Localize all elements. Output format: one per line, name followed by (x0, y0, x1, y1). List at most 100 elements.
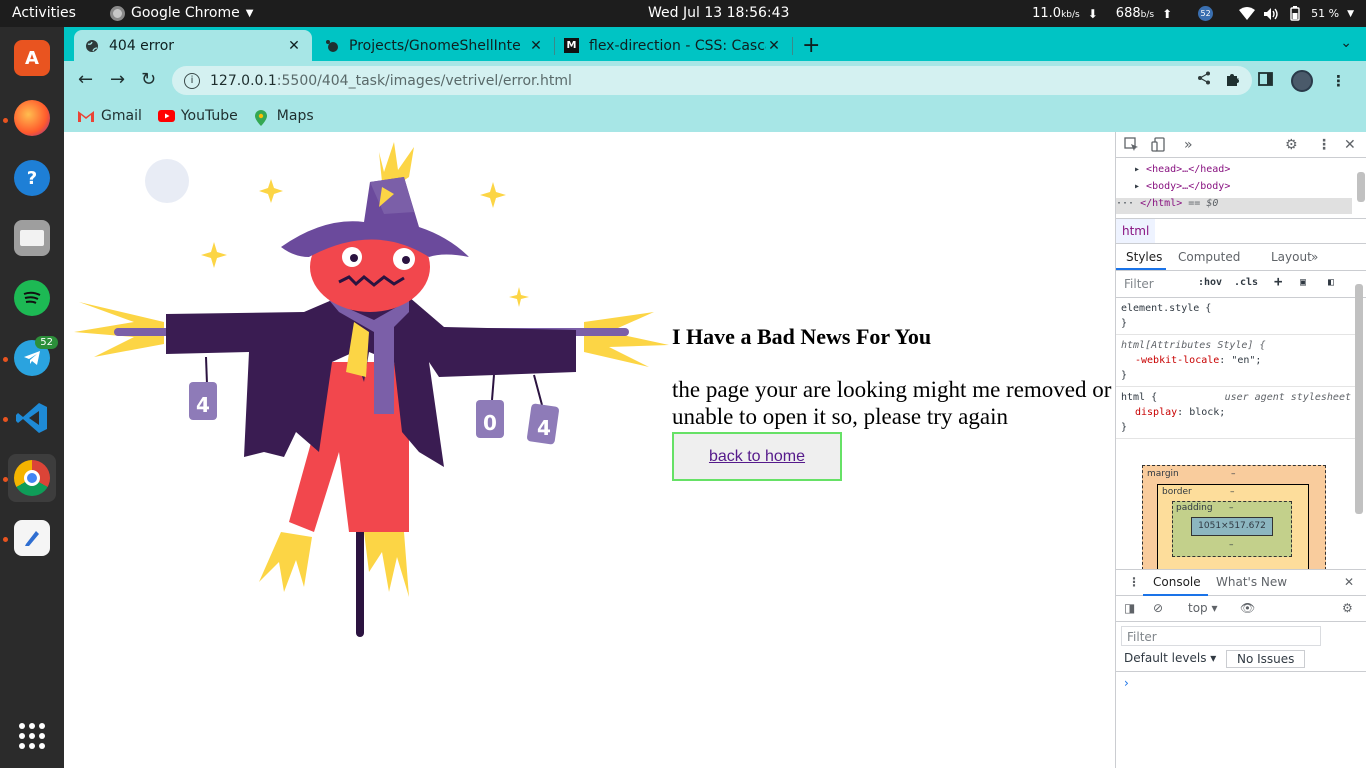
net-up-speed: 688b/s (1115, 6, 1155, 21)
activities-button[interactable]: Activities (12, 5, 76, 21)
mdn-icon: M (564, 38, 579, 53)
dock-firefox[interactable] (8, 94, 56, 142)
can-digit: 4 (537, 416, 551, 440)
settings-gear-icon[interactable]: ⚙ (1342, 601, 1353, 615)
inspect-element-icon[interactable] (1124, 137, 1139, 156)
extensions-icon[interactable] (1225, 72, 1240, 91)
close-icon[interactable]: ✕ (286, 38, 302, 54)
rule-attributes-style[interactable]: html[Attributes Style] { -webkit-locale:… (1116, 335, 1356, 387)
bookmarks-bar: Gmail YouTube Maps (64, 99, 1366, 132)
tab-strip: 404 error ✕ Projects/GnomeShellInte ✕ M … (64, 27, 1366, 61)
console-filter-input[interactable]: Filter (1121, 626, 1321, 646)
chrome-icon (110, 5, 125, 21)
show-applications[interactable] (8, 712, 56, 760)
dock-chrome[interactable] (8, 454, 56, 502)
more-tabs-icon[interactable]: » (1311, 250, 1318, 264)
side-panel-icon[interactable] (1258, 72, 1273, 90)
site-info-icon[interactable]: i (184, 72, 200, 89)
close-icon[interactable]: ✕ (528, 38, 544, 54)
dom-node-head[interactable]: ▸ <head>…</head> (1134, 164, 1366, 180)
notification-badge[interactable]: 52 (1198, 6, 1214, 21)
app-grid-icon (19, 723, 45, 749)
telegram-badge: 52 (35, 336, 58, 349)
drawer-tabs: ⋮ Console What's New ✕ (1116, 570, 1366, 596)
tab-layout[interactable]: Layout (1271, 250, 1312, 264)
vscode-icon (14, 400, 50, 436)
settings-gear-icon[interactable]: ⚙ (1285, 137, 1298, 153)
forward-icon[interactable]: → (110, 69, 125, 90)
close-icon[interactable]: ✕ (1344, 137, 1356, 153)
dom-node-html-close[interactable]: ··· </html> == $0 (1116, 198, 1352, 214)
maps-pin-icon (254, 109, 270, 126)
paint-icon[interactable]: ▣ (1300, 277, 1306, 288)
new-rule-icon[interactable]: + (1274, 274, 1282, 290)
dom-node-body[interactable]: ▸ <body>…</body> (1134, 181, 1366, 197)
bookmark-label: Gmail (101, 107, 142, 124)
issues-button[interactable]: No Issues (1226, 650, 1306, 668)
upload-arrow-icon: ⬆ (1162, 6, 1173, 21)
dock-files[interactable] (8, 214, 56, 262)
live-expression-eye-icon[interactable]: 👁 (1240, 601, 1255, 615)
back-to-home-button[interactable]: back to home (672, 432, 842, 481)
profile-avatar[interactable] (1291, 70, 1313, 92)
tab-projects[interactable]: Projects/GnomeShellInte ✕ (314, 30, 554, 61)
rule-element-style[interactable]: element.style { } (1116, 298, 1356, 335)
clock[interactable]: Wed Jul 13 18:56:43 (648, 5, 789, 21)
reload-icon[interactable]: ↻ (141, 69, 156, 90)
bookmark-gmail[interactable]: Gmail (78, 108, 142, 124)
styles-filter-input[interactable]: Filter (1124, 277, 1154, 291)
drawer-menu-icon[interactable]: ⋮ (1128, 575, 1140, 589)
context-selector[interactable]: top ▾ (1188, 601, 1218, 615)
log-levels-dropdown[interactable]: Default levels ▾ (1124, 651, 1216, 665)
share-icon[interactable] (1197, 71, 1211, 89)
sidebar-toggle-icon[interactable]: ◨ (1124, 601, 1135, 615)
box-model-border[interactable]: border – padding – 1051×517.672 – (1157, 484, 1309, 569)
breadcrumb-html[interactable]: html (1116, 219, 1156, 243)
styles-filter-bar: Filter :hov .cls + ▣ ◧ (1116, 271, 1366, 298)
devtools-panel: » ⚙ ⋮ ✕ ▸ <head>…</head> ▸ <body>…</body… (1115, 132, 1366, 768)
console-toolbar: ◨ ⊘ top ▾ 👁 ⚙ (1116, 596, 1366, 622)
console-prompt[interactable]: › (1116, 671, 1366, 694)
new-tab-icon[interactable]: + (802, 33, 820, 58)
styles-scrollbar[interactable] (1355, 284, 1363, 514)
dock-text-editor[interactable] (8, 514, 56, 562)
close-icon[interactable]: ✕ (766, 38, 782, 54)
tab-whats-new[interactable]: What's New (1216, 575, 1287, 589)
box-model-content[interactable]: 1051×517.672 (1191, 517, 1273, 536)
more-vert-icon[interactable]: ⋮ (1317, 137, 1331, 153)
desktop: Activities Google Chrome ▼ Wed Jul 13 18… (0, 0, 1366, 768)
dock-help[interactable]: ? (8, 154, 56, 202)
tab-mdn-flex-direction[interactable]: M flex-direction - CSS: Casca ✕ (554, 30, 792, 61)
active-tab-indicator (1116, 268, 1166, 270)
bookmark-youtube[interactable]: YouTube (157, 108, 238, 124)
tab-styles[interactable]: Styles (1126, 250, 1162, 264)
url-path: :5500/404_task/images/vetrivel/error.htm… (276, 72, 572, 89)
more-vert-icon[interactable]: ⋮ (1331, 72, 1346, 90)
bookmark-label: Maps (276, 107, 314, 124)
system-tray[interactable]: 11.0kb/s ⬇ 688b/s ⬆ 52 51 % ▼ (1032, 6, 1354, 21)
hov-toggle[interactable]: :hov (1198, 277, 1222, 288)
power-menu-chevron-icon[interactable]: ▼ (1347, 9, 1354, 19)
dock-vscode[interactable] (8, 394, 56, 442)
close-icon[interactable]: ✕ (1344, 575, 1354, 589)
tab-search-chevron-icon[interactable]: ⌄ (1340, 35, 1352, 51)
app-menu[interactable]: Google Chrome ▼ (110, 5, 253, 21)
toggle-sidebar-icon[interactable]: ◧ (1328, 277, 1334, 288)
bookmark-maps[interactable]: Maps (254, 107, 314, 126)
download-arrow-icon: ⬇ (1087, 6, 1098, 21)
dock-telegram[interactable]: 52 (8, 334, 58, 382)
tab-computed[interactable]: Computed (1178, 250, 1240, 264)
rule-html-ua[interactable]: user agent stylesheet html { display: blo… (1116, 387, 1356, 439)
dock-ubuntu-software[interactable]: A (8, 34, 56, 82)
more-tabs-icon[interactable]: » (1184, 137, 1193, 153)
tab-console[interactable]: Console (1153, 575, 1201, 589)
dock-spotify[interactable] (8, 274, 56, 322)
address-bar[interactable]: i 127.0.0.1:5500/404_task/images/vetrive… (172, 66, 1252, 95)
clear-console-icon[interactable]: ⊘ (1153, 601, 1163, 615)
device-toolbar-icon[interactable] (1151, 137, 1166, 156)
cls-toggle[interactable]: .cls (1234, 277, 1258, 288)
box-model-padding[interactable]: padding – 1051×517.672 – (1172, 501, 1292, 557)
tab-404-error[interactable]: 404 error ✕ (74, 30, 312, 61)
scrollbar[interactable] (1357, 172, 1365, 202)
back-icon[interactable]: ← (78, 69, 93, 90)
